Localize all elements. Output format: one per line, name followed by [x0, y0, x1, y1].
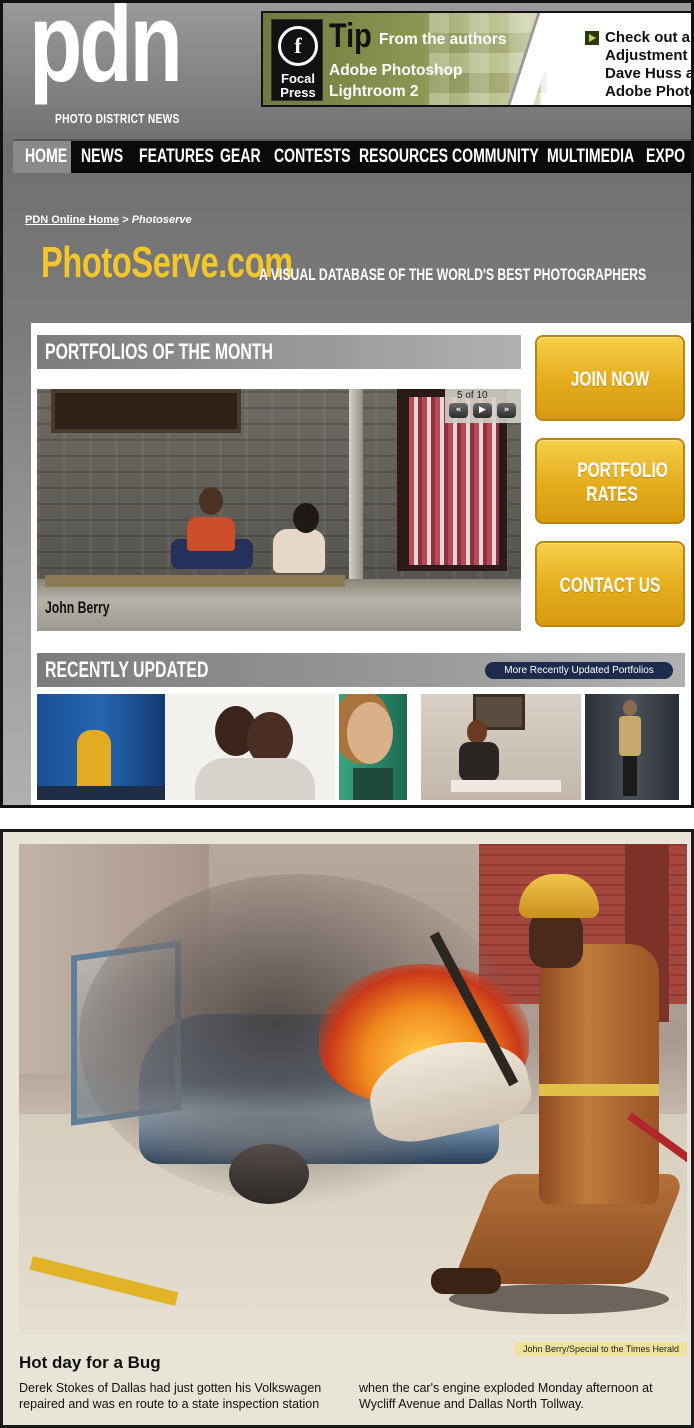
- more-portfolios-link[interactable]: More Recently Updated Portfolios: [485, 662, 673, 679]
- pdn-logo-tagline: PHOTO DISTRICT NEWS: [55, 112, 180, 126]
- photo-shoulders: [195, 758, 315, 800]
- rewind-icon[interactable]: «: [449, 403, 468, 418]
- breadcrumb: PDN Online Home > Photoserve: [25, 215, 192, 226]
- slideshow-controls: 5 of 10 « ▶ »: [445, 389, 521, 423]
- slideshow-counter: 5 of 10: [457, 390, 488, 401]
- pdn-logo-wordmark: pdn: [29, 0, 183, 105]
- photo-body: [459, 742, 499, 782]
- breadcrumb-current: Photoserve: [131, 214, 192, 226]
- photo-book: [451, 780, 561, 792]
- contact-us-label: CONTACT US: [559, 574, 661, 597]
- nav-item-community[interactable]: COMMUNITY: [452, 141, 539, 173]
- photoserve-logo[interactable]: PhotoServe.com: [41, 241, 293, 285]
- article-line: when the car's engine exploded Monday af…: [359, 1381, 653, 1395]
- focal-press-logo: f Focal Press: [271, 19, 323, 101]
- photo-head: [623, 700, 637, 716]
- article-line: Wycliff Avenue and Dallas North Tollway.: [359, 1397, 584, 1411]
- nav-item-home[interactable]: HOME: [25, 141, 67, 173]
- couple-portrait-photo[interactable]: [165, 694, 335, 800]
- photo-head: [467, 720, 487, 744]
- promo-line: Check out a n: [605, 29, 694, 46]
- woman-portrait-photo[interactable]: [339, 694, 407, 800]
- pdn-logo[interactable]: pdn PHOTO DISTRICT NEWS: [29, 3, 183, 135]
- pdn-website-screenshot: pdn PHOTO DISTRICT NEWS f Focal Press Ti…: [0, 0, 694, 808]
- join-now-label: JOIN NOW: [570, 368, 650, 391]
- portfolios-title: PORTFOLIOS OF THE MONTH: [45, 339, 273, 364]
- join-now-button[interactable]: JOIN NOW: [535, 335, 685, 421]
- photo-child-body: [187, 517, 235, 551]
- nav-item-news[interactable]: NEWS: [81, 141, 123, 173]
- photo-necklace: [353, 768, 393, 800]
- focal-press-glyph: f: [278, 26, 318, 66]
- article-line: Derek Stokes of Dallas had just gotten h…: [19, 1381, 322, 1395]
- nav-item-expo[interactable]: EXPO: [646, 141, 685, 173]
- portfolio-rates-button[interactable]: PORTFOLIO RATES: [535, 438, 685, 524]
- play-icon[interactable]: ▶: [473, 403, 492, 418]
- photoserve-tagline: A VISUAL DATABASE OF THE WORLD'S BEST PH…: [259, 265, 647, 284]
- banner-tip-body: Adobe Photoshop Lightroom 2: [329, 33, 462, 102]
- fast-forward-icon[interactable]: »: [497, 403, 516, 418]
- photo-window: [51, 389, 241, 433]
- focal-press-line2: Press: [280, 85, 316, 100]
- contact-us-button[interactable]: CONTACT US: [535, 541, 685, 627]
- clipping-headline: Hot day for a Bug: [19, 1353, 161, 1372]
- photo-dress: [619, 716, 641, 756]
- photo-step: [37, 786, 165, 800]
- nav-item-resources[interactable]: RESOURCES: [359, 141, 448, 173]
- focal-press-line1: Focal: [281, 71, 315, 86]
- photo-credit: John Berry/Special to the Times Herald: [515, 1342, 687, 1356]
- portfolio-rates-label: PORTFOLIO RATES: [577, 459, 668, 506]
- blue-doorway-photo[interactable]: [37, 694, 165, 800]
- photo-legs: [623, 756, 637, 796]
- portfolios-header: PORTFOLIOS OF THE MONTH: [37, 335, 521, 369]
- newspaper-clipping: John Berry/Special to the Times Herald H…: [0, 829, 694, 1428]
- nav-item-contests[interactable]: CONTESTS: [274, 141, 351, 173]
- promo-line: Adjustment T: [605, 47, 694, 64]
- main-content: PORTFOLIOS OF THE MONTH John Berry 5 of …: [31, 323, 691, 805]
- photo-girl-head: [293, 503, 319, 533]
- photo-boots: [431, 1268, 501, 1294]
- promo-line: Adobe Photo: [605, 83, 694, 100]
- featured-photographer-name[interactable]: John Berry: [45, 599, 110, 616]
- banner-promo-text[interactable]: Check out a n Adjustment T Dave Huss an …: [605, 29, 694, 101]
- main-nav: HOME NEWS FEATURES GEAR CONTESTS RESOURC…: [13, 139, 691, 173]
- nav-item-gear[interactable]: GEAR: [220, 141, 261, 173]
- photo-girl-body: [273, 529, 325, 573]
- nav-item-features[interactable]: FEATURES: [139, 141, 214, 173]
- photo-mat: [45, 575, 345, 587]
- photo-reflective-stripe: [539, 1084, 659, 1096]
- breadcrumb-home-link[interactable]: PDN Online Home: [25, 214, 119, 226]
- promo-line: Dave Huss an: [605, 65, 694, 82]
- article-column-1: Derek Stokes of Dallas had just gotten h…: [19, 1380, 351, 1412]
- banner-tip-line2: Adobe Photoshop: [329, 62, 463, 79]
- play-arrow-icon: [585, 31, 599, 45]
- photo-child-head: [199, 487, 223, 515]
- breadcrumb-separator: >: [122, 214, 129, 226]
- photo-face: [347, 702, 393, 764]
- banner-tip-line3: Lightroom 2: [329, 83, 419, 100]
- nav-item-multimedia[interactable]: MULTIMEDIA: [547, 141, 634, 173]
- photo-firefighter-head: [529, 912, 583, 968]
- featured-portfolio-slideshow[interactable]: John Berry 5 of 10 « ▶ »: [37, 389, 521, 631]
- woman-reading-photo[interactable]: [421, 694, 581, 800]
- car-fire-photo: [19, 844, 687, 1334]
- fashion-model-photo[interactable]: [585, 694, 679, 800]
- article-column-2: when the car's engine exploded Monday af…: [359, 1380, 691, 1412]
- recently-updated-title: RECENTLY UPDATED: [45, 657, 209, 682]
- photo-firefighter-coat: [539, 944, 659, 1204]
- ad-banner[interactable]: f Focal Press Tip From the authors Adobe…: [261, 11, 694, 107]
- photo-figure: [77, 730, 111, 790]
- article-line: repaired and was en route to a state ins…: [19, 1397, 320, 1411]
- photo-post: [349, 389, 363, 595]
